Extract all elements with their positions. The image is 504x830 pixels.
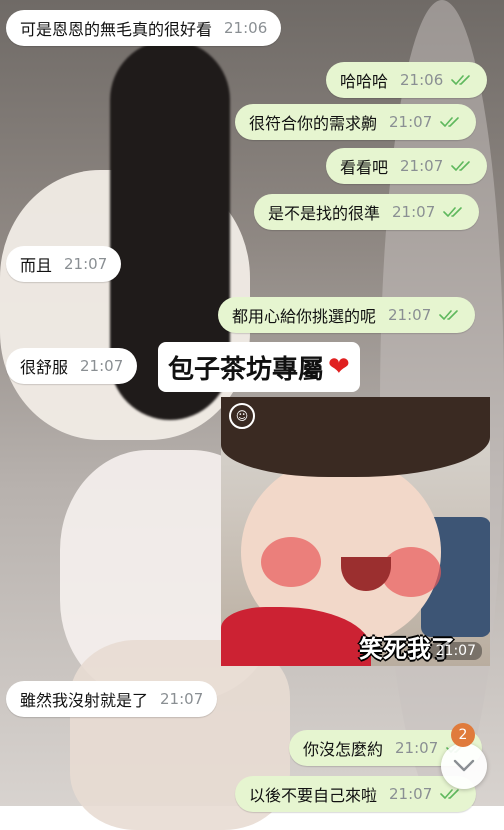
read-ticks-icon: [451, 75, 471, 85]
message-time: 21:07: [389, 785, 433, 803]
outgoing-message[interactable]: 很符合你的需求齁 21:07: [235, 104, 477, 140]
message-text: 你沒怎麼約: [303, 740, 384, 759]
message-time: 21:07: [395, 739, 439, 757]
message-text: 而且: [20, 256, 53, 275]
read-ticks-icon: [451, 161, 471, 171]
message-time: 21:07: [389, 113, 433, 131]
read-ticks-icon: [440, 789, 460, 799]
smile-logo-icon: ☺: [229, 403, 255, 429]
outgoing-message[interactable]: 以後不要自己來啦 21:07: [235, 776, 477, 812]
read-ticks-icon: [440, 117, 460, 127]
sticker-time: 21:07: [429, 642, 482, 660]
sticker-banner[interactable]: 包子茶坊專屬 ❤: [158, 342, 360, 392]
message-time: 21:07: [392, 203, 436, 221]
outgoing-message[interactable]: 看看吧 21:07: [326, 148, 488, 184]
incoming-message[interactable]: 雖然我沒射就是了 21:07: [6, 681, 218, 717]
message-time: 21:06: [400, 71, 444, 89]
sticker-title: 包子茶坊專屬: [168, 354, 325, 385]
message-time: 21:07: [388, 306, 432, 324]
sticker-image[interactable]: ☺ 笑死我了 21:07: [221, 397, 490, 666]
message-time: 21:06: [224, 19, 268, 37]
message-text: 很舒服: [20, 358, 69, 377]
outgoing-message[interactable]: 是不是找的很準 21:07: [254, 194, 480, 230]
message-time: 21:07: [80, 357, 124, 375]
outgoing-message[interactable]: 都用心給你挑選的呢 21:07: [218, 297, 476, 333]
message-time: 21:07: [400, 157, 444, 175]
incoming-message[interactable]: 可是恩恩的無毛真的很好看 21:06: [6, 10, 282, 46]
message-text: 看看吧: [340, 158, 389, 177]
message-time: 21:07: [64, 255, 108, 273]
message-text: 雖然我沒射就是了: [20, 691, 149, 710]
left-cheek: [261, 537, 321, 587]
message-text: 都用心給你挑選的呢: [232, 307, 377, 326]
incoming-message[interactable]: 很舒服 21:07: [6, 348, 138, 384]
message-text: 可是恩恩的無毛真的很好看: [20, 20, 213, 39]
message-text: 哈哈哈: [340, 72, 389, 91]
message-text: 以後不要自己來啦: [249, 786, 378, 805]
scroll-to-bottom-button[interactable]: [441, 743, 487, 789]
message-text: 是不是找的很準: [268, 204, 381, 223]
message-text: 很符合你的需求齁: [249, 114, 378, 133]
heart-icon: ❤: [328, 352, 350, 382]
child-hair: [221, 397, 490, 477]
read-ticks-icon: [443, 207, 463, 217]
unread-count-badge: 2: [451, 723, 475, 747]
chevron-down-icon: [453, 759, 475, 772]
read-ticks-icon: [439, 310, 459, 320]
outgoing-message[interactable]: 哈哈哈 21:06: [326, 62, 488, 98]
incoming-message[interactable]: 而且 21:07: [6, 246, 122, 282]
message-time: 21:07: [160, 690, 204, 708]
